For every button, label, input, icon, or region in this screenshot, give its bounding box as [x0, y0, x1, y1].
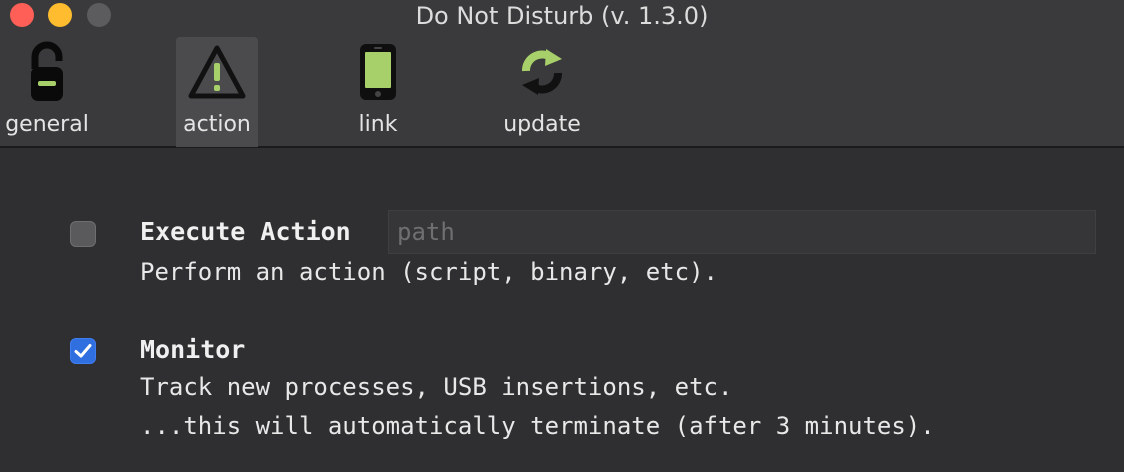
action-path-input[interactable]: [388, 210, 1096, 254]
tab-action-label: action: [183, 112, 251, 137]
tab-action[interactable]: action: [176, 37, 258, 147]
tab-general-label: general: [5, 112, 89, 137]
monitor-title: Monitor: [140, 335, 246, 364]
tab-update[interactable]: update: [501, 37, 583, 147]
execute-action-checkbox[interactable]: [70, 221, 96, 247]
execute-action-title: Execute Action: [140, 217, 351, 246]
warning-icon: [187, 41, 247, 103]
tab-link[interactable]: link: [337, 37, 419, 147]
monitor-description-line2: ...this will automatically terminate (af…: [140, 412, 935, 440]
title-bar: Do Not Disturb (v. 1.3.0) general action: [0, 0, 1124, 148]
window-title: Do Not Disturb (v. 1.3.0): [415, 2, 709, 30]
phone-icon: [348, 41, 408, 103]
monitor-description-line1: Track new processes, USB insertions, etc…: [140, 373, 733, 401]
execute-action-description: Perform an action (script, binary, etc).: [140, 258, 718, 286]
lock-icon: [17, 41, 77, 103]
refresh-icon: [512, 41, 572, 103]
tab-update-label: update: [503, 112, 581, 137]
checkmark-icon: [74, 344, 92, 358]
tab-link-label: link: [358, 112, 398, 137]
tab-general[interactable]: general: [5, 37, 89, 147]
monitor-checkbox[interactable]: [70, 338, 96, 364]
